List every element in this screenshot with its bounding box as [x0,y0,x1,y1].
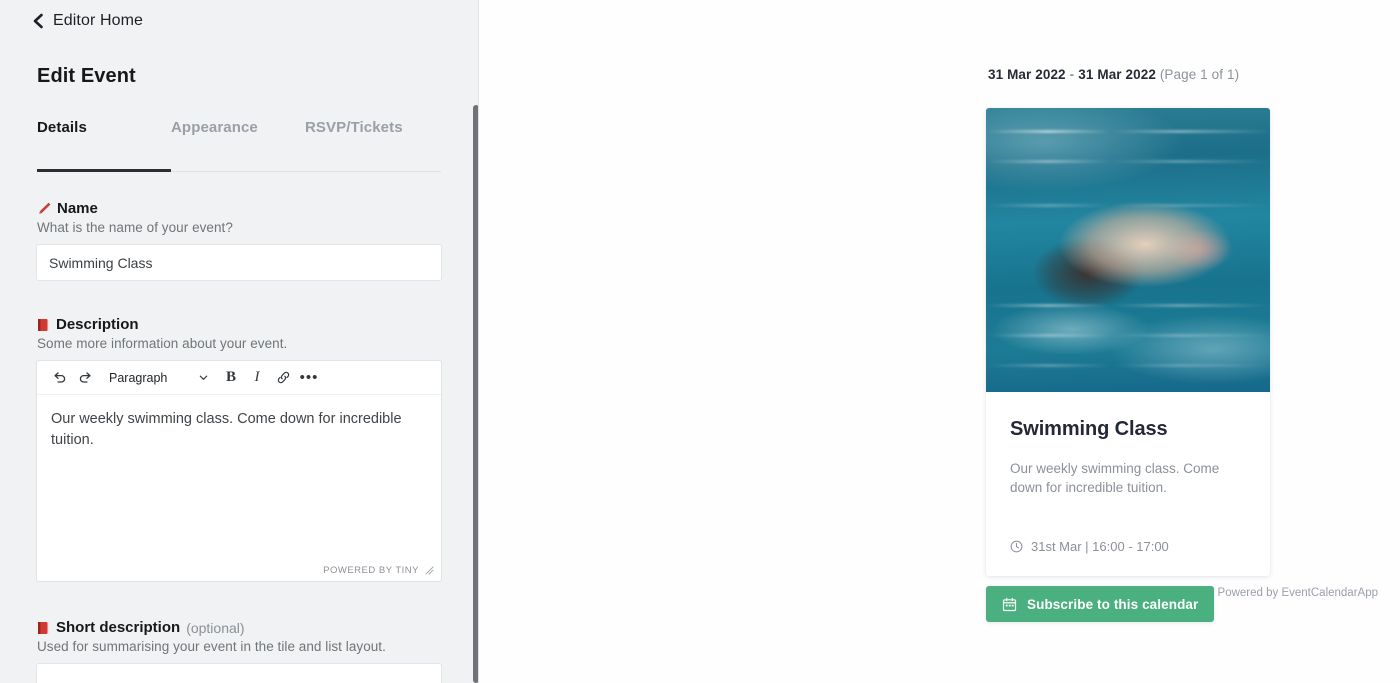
undo-icon[interactable] [47,366,71,390]
tab-details[interactable]: Details [37,116,171,136]
rich-text-editor: Paragraph B I ••• Our weekly swimming cl… [37,361,441,581]
event-card-description: Our weekly swimming class. Come down for… [1010,461,1220,495]
field-description-header: Description [37,316,441,333]
calendar-icon [1002,597,1017,612]
chevron-down-icon [198,372,209,383]
field-short-description: Short description (optional) Used for su… [37,619,441,683]
resize-handle-icon[interactable] [425,565,434,575]
editor-tabs: Details Appearance RSVP/Tickets [37,116,441,172]
back-to-editor-home-link[interactable]: Editor Home [31,12,143,30]
page-count-label: (Page 1 of 1) [1159,66,1240,82]
field-name-header: Name [37,200,441,217]
event-card-title: Swimming Class [1010,418,1168,440]
field-short-description-hint: Used for summarising your event in the t… [37,639,386,654]
back-link-label: Editor Home [53,12,144,29]
field-description-label: Description [56,316,139,333]
short-description-input[interactable] [37,664,441,683]
calendar-preview-panel: 31 Mar 2022-31 Mar 2022 (Page 1 of 1) Su… [479,0,1400,683]
app-root: Editor Home Edit Event Details Appearanc… [0,0,1400,683]
date-range-display: 31 Mar 2022-31 Mar 2022 (Page 1 of 1) [986,56,1241,92]
field-name-label: Name [57,200,98,217]
active-tab-underline [37,169,171,172]
subscribe-to-calendar-button[interactable]: Subscribe to this calendar [986,586,1215,622]
paragraph-format-select[interactable]: Paragraph [103,366,213,390]
bold-button[interactable]: B [219,366,243,390]
tab-rsvp-tickets[interactable]: RSVP/Tickets [305,116,403,136]
event-card-photo [986,108,1270,392]
pencil-emoji-icon [37,202,51,216]
field-name: Name What is the name of your event? [37,200,441,280]
rte-content-area[interactable]: Our weekly swimming class. Come down for… [37,395,441,559]
page-title: Edit Event [37,65,136,87]
tab-appearance[interactable]: Appearance [171,116,305,136]
powered-by-tiny-label: POWERED BY TINY [323,564,419,576]
event-card-time: 31st Mar | 16:00 - 17:00 [1010,539,1246,554]
red-book-emoji-icon [37,621,50,635]
field-description-hint: Some more information about your event. [37,336,288,351]
link-icon[interactable] [271,366,295,390]
paragraph-format-value: Paragraph [109,370,168,385]
date-range-start: 31 Mar 2022 [988,66,1066,82]
event-name-input[interactable] [37,245,441,280]
event-card-time-text: 31st Mar | 16:00 - 17:00 [1031,539,1169,554]
date-range-text: 31 Mar 2022-31 Mar 2022 (Page 1 of 1) [988,67,1239,82]
chevron-left-icon [31,13,44,29]
rte-footer: POWERED BY TINY [37,559,441,581]
clock-icon [1010,540,1023,553]
event-card[interactable]: Swimming Class Our weekly swimming class… [986,108,1270,576]
event-editor-panel: Editor Home Edit Event Details Appearanc… [0,0,479,683]
more-options-button[interactable]: ••• [297,366,321,390]
preview-toolbar: 31 Mar 2022-31 Mar 2022 (Page 1 of 1) Su… [986,56,1400,92]
italic-button[interactable]: I [245,366,269,390]
field-name-hint: What is the name of your event? [37,220,233,235]
field-short-description-label: Short description [56,619,181,636]
rte-toolbar: Paragraph B I ••• [37,361,441,395]
field-optional-tag: (optional) [186,619,245,636]
redo-icon[interactable] [73,366,97,390]
date-range-end: 31 Mar 2022 [1078,66,1156,82]
red-book-emoji-icon [37,318,50,332]
powered-by-label: Powered by EventCalendarApp [1217,587,1378,599]
field-short-description-header: Short description (optional) [37,619,441,636]
event-card-body: Swimming Class Our weekly swimming class… [986,392,1270,576]
subscribe-cta-label: Subscribe to this calendar [1027,596,1199,612]
date-range-separator: - [1069,66,1075,82]
field-description: Description Some more information about … [37,316,441,581]
